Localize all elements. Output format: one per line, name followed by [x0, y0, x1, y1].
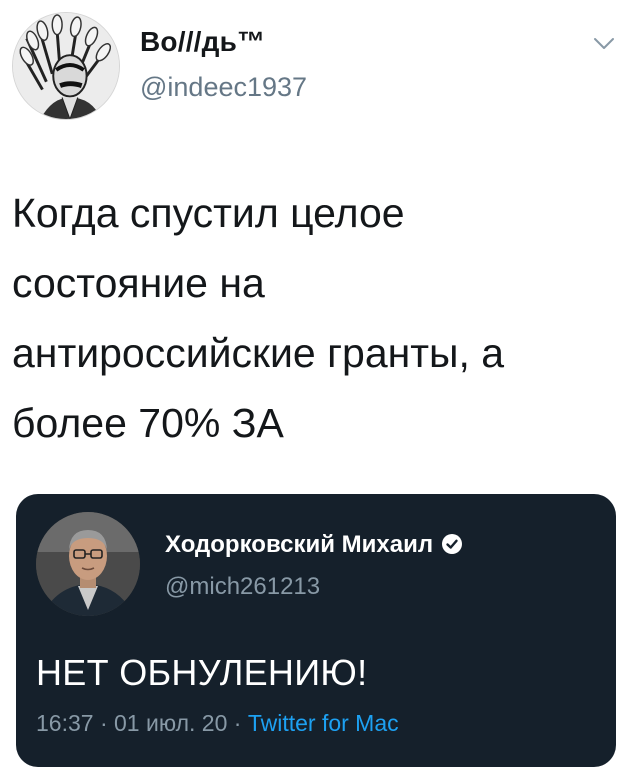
avatar-portrait-image	[13, 13, 119, 119]
meta-separator: ·	[233, 710, 242, 736]
quoted-tweet-meta: 16:37 · 01 июл. 20 · Twitter for Mac	[36, 710, 399, 737]
quoted-tweet-time[interactable]: 16:37	[36, 710, 94, 736]
quoted-avatar-portrait-image	[36, 512, 140, 616]
quoted-author-name-label: Ходорковский Михаил	[165, 531, 434, 558]
quoted-author-handle[interactable]: @mich261213	[165, 573, 320, 601]
quoted-tweet[interactable]: Ходорковский Михаил @mich261213 НЕТ ОБНУ…	[16, 494, 616, 767]
author-display-name[interactable]: Во///дь™	[140, 26, 265, 58]
quoted-author-avatar[interactable]	[36, 512, 140, 616]
quoted-tweet-source-link[interactable]: Twitter for Mac	[248, 710, 399, 736]
author-handle[interactable]: @indeec1937	[140, 72, 307, 103]
quoted-tweet-date[interactable]: 01 июл. 20	[114, 710, 227, 736]
verified-badge-icon	[442, 534, 463, 554]
quoted-tweet-text: НЕТ ОБНУЛЕНИЮ!	[36, 652, 368, 693]
tweet-text: Когда спустил целое состояние на антирос…	[12, 190, 505, 446]
author-avatar[interactable]	[12, 12, 120, 120]
quoted-author-name[interactable]: Ходорковский Михаил	[165, 531, 463, 559]
tweet: Во///дь™ @indeec1937 Когда спустил целое…	[0, 0, 622, 778]
chevron-down-icon[interactable]	[592, 34, 616, 54]
meta-separator: ·	[99, 710, 108, 736]
